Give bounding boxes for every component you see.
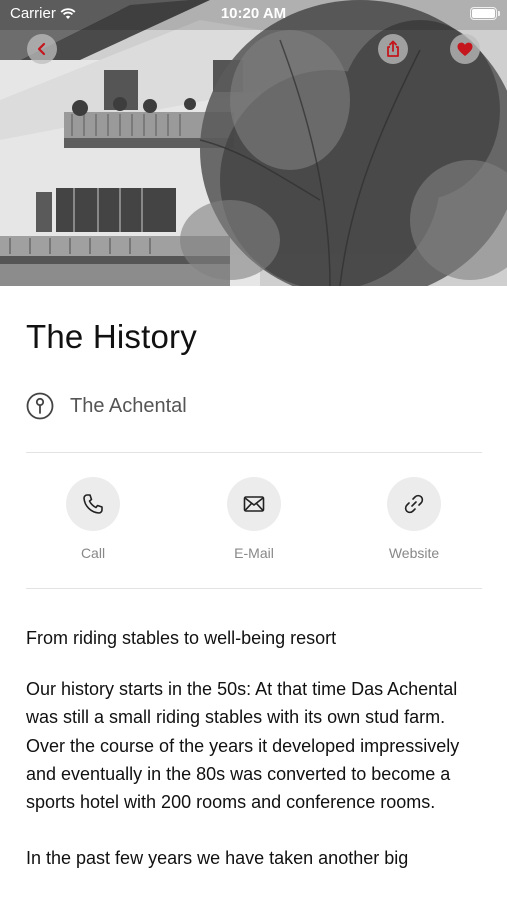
back-button[interactable] xyxy=(27,34,57,64)
share-icon xyxy=(387,40,399,57)
section-subtitle: From riding stables to well-being resort xyxy=(26,628,337,648)
share-button[interactable] xyxy=(378,34,408,64)
contact-actions: Call E-Mail Website xyxy=(0,477,507,577)
status-time: 10:20 AM xyxy=(220,5,287,22)
website-button[interactable]: Website xyxy=(364,477,464,561)
link-icon xyxy=(404,494,424,514)
battery-icon xyxy=(470,7,500,20)
website-label: Website xyxy=(388,545,440,561)
chevron-left-icon xyxy=(37,42,46,56)
house-photo-illustration xyxy=(0,0,507,286)
location-row[interactable]: The Achental xyxy=(26,392,187,420)
email-button[interactable]: E-Mail xyxy=(204,477,304,561)
status-bar: Carrier 10:20 AM xyxy=(0,0,507,30)
divider xyxy=(26,588,482,589)
mail-icon xyxy=(243,496,265,512)
history-text: Our history starts in the 50s: At that t… xyxy=(26,675,488,873)
paragraph: Our history starts in the 50s: At that t… xyxy=(26,679,460,813)
email-label: E-Mail xyxy=(234,545,274,561)
hero-photo xyxy=(0,0,507,286)
email-button-circle[interactable] xyxy=(227,477,281,531)
phone-icon xyxy=(83,494,103,514)
website-button-circle[interactable] xyxy=(387,477,441,531)
call-label: Call xyxy=(80,545,106,561)
location-label: The Achental xyxy=(70,394,187,417)
call-button-circle[interactable] xyxy=(66,477,120,531)
divider xyxy=(26,452,482,453)
heart-icon xyxy=(457,42,473,56)
paragraph: In the past few years we have taken anot… xyxy=(26,848,409,869)
page-title: The History xyxy=(26,318,197,355)
call-button[interactable]: Call xyxy=(43,477,143,561)
location-pin-icon xyxy=(26,392,54,420)
favorite-button[interactable] xyxy=(450,34,480,64)
